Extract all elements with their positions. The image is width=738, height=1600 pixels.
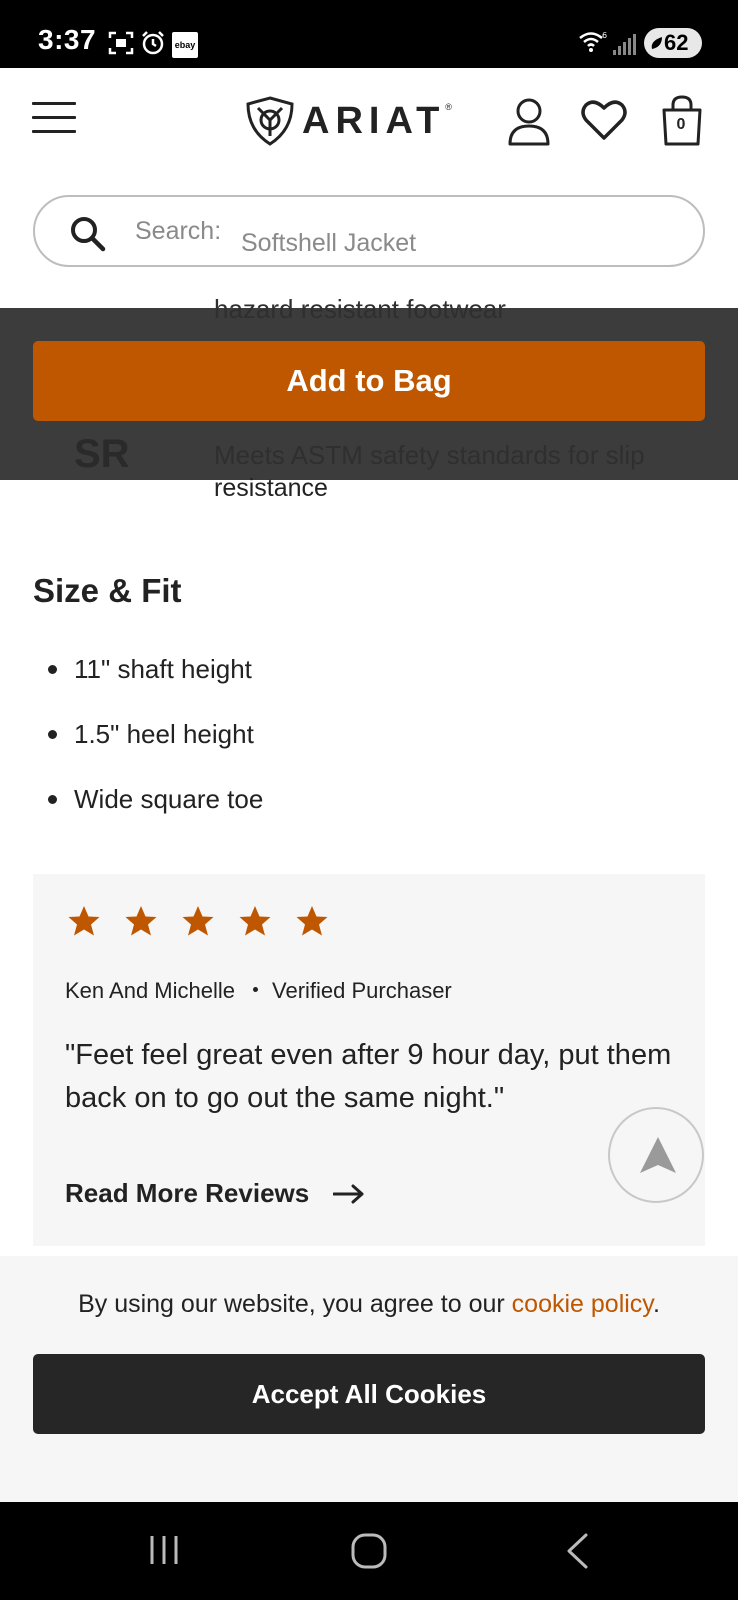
- reviewer-name: Ken And Michelle: [65, 978, 235, 1003]
- svg-text:6: 6: [602, 31, 607, 40]
- menu-icon-line: [32, 130, 76, 133]
- battery-saver-icon: [651, 37, 662, 49]
- battery-indicator: 62: [644, 28, 702, 58]
- size-fit-list: 11" shaft height 1.5" heel height Wide s…: [48, 650, 263, 845]
- star-rating: [67, 904, 352, 938]
- read-more-label: Read More Reviews: [65, 1178, 310, 1208]
- search-icon: [71, 217, 106, 252]
- menu-icon-line: [32, 116, 76, 119]
- search-input[interactable]: Search: Softshell Jacket: [33, 195, 705, 267]
- system-nav-bar: [0, 1502, 738, 1600]
- size-fit-item: 11" shaft height: [48, 650, 263, 715]
- scroll-to-top-button[interactable]: [608, 1107, 704, 1203]
- review-card: Ken And Michelle Verified Purchaser "Feet…: [33, 874, 705, 1246]
- feature-text-behind: Meets ASTM safety standards for slip: [214, 440, 645, 470]
- feature-description: resistance: [214, 474, 328, 502]
- ariat-shield-icon: [246, 96, 294, 146]
- cookie-text-end: .: [652, 1290, 660, 1318]
- wifi-icon: 6: [579, 31, 607, 52]
- bag-button[interactable]: 0: [660, 94, 704, 148]
- verified-badge: Verified Purchaser: [272, 978, 452, 1003]
- separator-dot: [253, 987, 258, 993]
- size-fit-item: 1.5" heel height: [48, 715, 263, 780]
- ebay-icon: ebay: [172, 32, 198, 58]
- reviewer-line: Ken And Michelle Verified Purchaser: [65, 978, 452, 1004]
- add-to-bag-button[interactable]: Add to Bag: [33, 341, 705, 421]
- site-header: ARIAT ® 0 Search: Softshell Jacket: [0, 68, 738, 308]
- battery-level: 62: [664, 30, 689, 55]
- bag-count: 0: [676, 116, 686, 133]
- back-icon[interactable]: [564, 1532, 590, 1570]
- registered-mark: ®: [445, 102, 452, 112]
- heart-icon[interactable]: [580, 98, 628, 142]
- sticky-add-to-bag-bar: hazard resistant footwear SR Meets ASTM …: [0, 294, 738, 480]
- cookie-policy-link[interactable]: cookie policy: [512, 1290, 653, 1318]
- star-icon: [125, 906, 157, 936]
- read-more-reviews-link[interactable]: Read More Reviews: [65, 1178, 365, 1209]
- size-fit-title: Size & Fit: [33, 572, 182, 609]
- recent-apps-icon[interactable]: [146, 1532, 182, 1568]
- arrow-right-icon: [333, 1184, 364, 1203]
- menu-icon-line: [32, 102, 76, 105]
- cookie-text: By using our website, you agree to our: [78, 1290, 512, 1318]
- cookie-banner: By using our website, you agree to our c…: [0, 1256, 738, 1502]
- size-fit-item: Wide square toe: [48, 780, 263, 845]
- status-time: 3:37: [38, 24, 97, 55]
- home-icon[interactable]: [350, 1532, 388, 1570]
- star-icon: [68, 906, 100, 936]
- account-icon[interactable]: [506, 96, 552, 148]
- signal-icon: [613, 34, 636, 55]
- feature-text-behind: hazard resistant footwear: [214, 294, 506, 324]
- review-quote: "Feet feel great even after 9 hour day, …: [65, 1039, 672, 1114]
- star-icon: [239, 906, 271, 936]
- status-bar: 3:37 ebay 6 62: [0, 0, 738, 68]
- feature-badge-behind: SR: [74, 432, 130, 476]
- star-icon: [296, 906, 328, 936]
- cookie-message: By using our website, you agree to our c…: [0, 1290, 738, 1319]
- screenshot-icon: [108, 31, 134, 55]
- menu-button[interactable]: [32, 102, 76, 134]
- star-icon: [182, 906, 214, 936]
- search-placeholder: Softshell Jacket: [241, 229, 417, 257]
- accept-all-cookies-button[interactable]: Accept All Cookies: [33, 1354, 705, 1434]
- alarm-icon: [142, 31, 164, 55]
- logo-text: ARIAT: [302, 99, 446, 142]
- ariat-logo[interactable]: ARIAT ®: [244, 94, 452, 148]
- arrow-up-icon: [640, 1137, 676, 1173]
- search-label: Search:: [135, 217, 222, 245]
